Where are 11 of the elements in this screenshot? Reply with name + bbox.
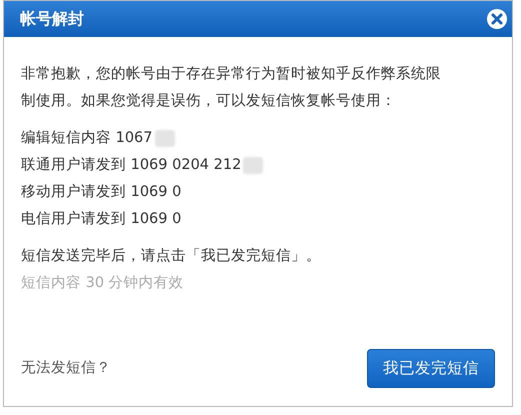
sms-line: 编辑短信内容 1067: [21, 128, 153, 148]
sms-line: 电信用户请发到 1069 0: [21, 210, 182, 229]
confirm-button[interactable]: 我已发完短信: [367, 349, 495, 388]
sms-line: 移动用户请发到 1069 0: [21, 182, 182, 202]
validity-note: 短信内容 30 分钟内有效: [21, 274, 185, 293]
close-icon[interactable]: [486, 8, 508, 30]
help-link[interactable]: 无法发短信？: [21, 358, 111, 380]
dialog-title: 帐号解封: [20, 8, 84, 30]
message-text: 非常抱歉，您的帐号由于存在异常行为暂时被知乎反作弊系统限制使用。如果您觉得是误伤，可以发短信恢复帐号使用：: [21, 65, 442, 111]
instruction-text: 短信发送完毕后，请点击「我已发完短信」。: [21, 246, 322, 266]
sms-line: 联通用户请发到 1069 0204 212: [21, 156, 242, 175]
